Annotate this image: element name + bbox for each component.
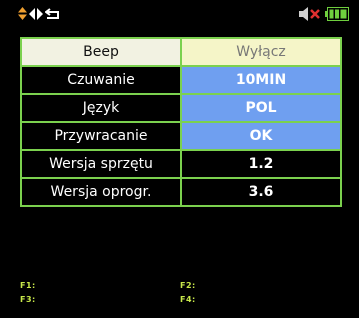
left-right-arrows-icon [29,7,43,20]
f2-key-label: F2: [180,281,196,290]
settings-row-beep[interactable]: Beep Wyłącz [22,39,340,67]
setting-label: Przywracanie [22,123,182,149]
setting-label: Wersja sprzętu [22,151,182,177]
status-indicators [299,7,349,21]
setting-label: Wersja oprogr. [22,179,182,205]
navigation-hints [18,7,61,20]
settings-row-standby[interactable]: Czuwanie 10MIN [22,67,340,95]
f4-key-label: F4: [180,295,196,304]
settings-row-reset[interactable]: Przywracanie OK [22,123,340,151]
device-screen: Beep Wyłącz Czuwanie 10MIN Język POL Prz… [0,0,359,318]
settings-row-language[interactable]: Język POL [22,95,340,123]
setting-label: Beep [22,39,182,65]
settings-row-hardware-version: Wersja sprzętu 1.2 [22,151,340,179]
setting-value[interactable]: 10MIN [182,67,340,93]
setting-value[interactable]: POL [182,95,340,121]
status-bar [0,0,359,28]
setting-value[interactable]: OK [182,123,340,149]
setting-value: 3.6 [248,184,274,200]
speaker-muted-icon [299,7,320,21]
settings-row-software-version: Wersja oprogr. 3.6 [22,179,340,205]
return-icon [45,7,59,19]
f1-key-label: F1: [20,281,36,290]
setting-label: Czuwanie [22,67,182,93]
settings-table: Beep Wyłącz Czuwanie 10MIN Język POL Prz… [20,37,342,207]
f3-key-label: F3: [20,295,36,304]
function-key-legend: F1: F2: F3: F4: [20,281,340,313]
up-down-arrows-icon [18,7,27,20]
battery-icon [325,7,349,21]
setting-label: Język [22,95,182,121]
setting-value: 1.2 [248,156,274,172]
setting-value[interactable]: Wyłącz [182,39,340,65]
